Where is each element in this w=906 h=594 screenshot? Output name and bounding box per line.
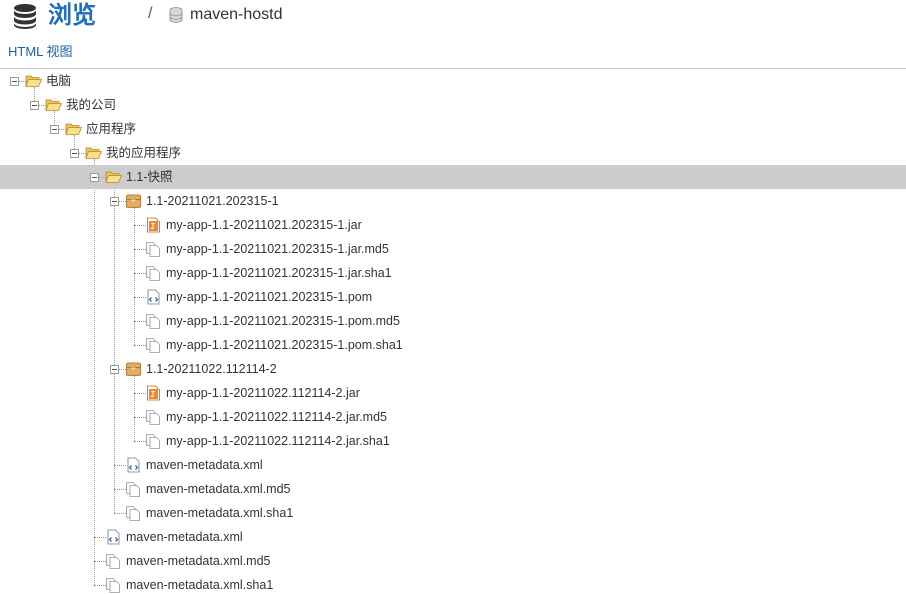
tree-row-selected[interactable]: 1.1-快照 [0,165,906,189]
tree-node-label[interactable]: 1.1-20211021.202315-1 [146,193,279,209]
database-icon [14,4,36,29]
generic-file-icon [126,506,140,521]
tree-row[interactable]: my-app-1.1-20211021.202315-1.jar.md5 [0,237,906,261]
tree-row[interactable]: my-app-1.1-20211021.202315-1.pom.md5 [0,309,906,333]
collapse-toggle-icon[interactable] [30,101,39,110]
tree-row[interactable]: maven-metadata.xml [0,525,906,549]
generic-file-icon [126,482,140,497]
tree-node-label[interactable]: my-app-1.1-20211021.202315-1.jar.md5 [166,241,389,257]
tree-row[interactable]: my-app-1.1-20211021.202315-1.jar [0,213,906,237]
package-icon [126,194,141,208]
tree-node-label[interactable]: my-app-1.1-20211022.112114-2.jar [166,385,360,401]
tree-row[interactable]: maven-metadata.xml [0,453,906,477]
tree-row[interactable]: 我的应用程序 [0,141,906,165]
generic-file-icon [146,314,160,329]
tree-node-label[interactable]: my-app-1.1-20211021.202315-1.jar [166,217,362,233]
tree-row[interactable]: 电脑 [0,69,906,93]
tree-node-label[interactable]: maven-metadata.xml [126,529,243,545]
collapse-toggle-icon[interactable] [50,125,59,134]
breadcrumb-repository[interactable]: maven-hostd [190,5,283,25]
tree-node-label[interactable]: 我的应用程序 [106,145,181,161]
html-view-link[interactable]: HTML 视图 [8,44,73,60]
package-icon [126,362,141,376]
tree-node-label[interactable]: my-app-1.1-20211021.202315-1.pom [166,289,372,305]
generic-file-icon [146,338,160,353]
tree-row[interactable]: my-app-1.1-20211021.202315-1.pom [0,285,906,309]
tree-node-label[interactable]: 1.1-快照 [126,169,173,185]
tree-node-label[interactable]: maven-metadata.xml [146,457,263,473]
tree-row[interactable]: my-app-1.1-20211021.202315-1.pom.sha1 [0,333,906,357]
generic-file-icon [146,434,160,449]
tree-row[interactable]: maven-metadata.xml.sha1 [0,501,906,525]
jar-file-icon [147,217,160,233]
collapse-toggle-icon[interactable] [10,77,19,86]
tree-row[interactable]: my-app-1.1-20211021.202315-1.jar.sha1 [0,261,906,285]
folder-open-icon [25,75,42,87]
tree-row[interactable]: my-app-1.1-20211022.112114-2.jar.sha1 [0,429,906,453]
breadcrumb-separator: / [148,5,153,22]
tree-node-label[interactable]: my-app-1.1-20211022.112114-2.jar.md5 [166,409,387,425]
tree-row[interactable]: my-app-1.1-20211022.112114-2.jar [0,381,906,405]
tree-row[interactable]: maven-metadata.xml.md5 [0,477,906,501]
tree-node-label[interactable]: maven-metadata.xml.sha1 [146,505,293,521]
collapse-toggle-icon[interactable] [90,173,99,182]
generic-file-icon [106,554,120,569]
tree-node-label[interactable]: my-app-1.1-20211022.112114-2.jar.sha1 [166,433,390,449]
tree-row[interactable]: 应用程序 [0,117,906,141]
generic-file-icon [146,266,160,281]
tree-node-label[interactable]: maven-metadata.xml.md5 [126,553,271,569]
repository-database-icon [169,7,183,23]
folder-open-icon [65,123,82,135]
xml-file-icon [107,529,120,545]
page-title: 浏览 [48,2,96,29]
tree-node-label[interactable]: my-app-1.1-20211021.202315-1.jar.sha1 [166,265,392,281]
page-header: 浏览 / maven-hostd [0,0,906,36]
collapse-toggle-icon[interactable] [110,197,119,206]
generic-file-icon [106,578,120,593]
folder-open-icon [45,99,62,111]
tree-row[interactable]: my-app-1.1-20211022.112114-2.jar.md5 [0,405,906,429]
folder-open-icon [105,171,122,183]
tree-node-label[interactable]: 我的公司 [66,97,116,113]
collapse-toggle-icon[interactable] [70,149,79,158]
tree-node-label[interactable]: 应用程序 [86,121,136,137]
jar-file-icon [147,385,160,401]
tree-node-label[interactable]: 电脑 [46,73,71,89]
tree-node-label[interactable]: maven-metadata.xml.md5 [146,481,291,497]
tree-node-label[interactable]: my-app-1.1-20211021.202315-1.pom.md5 [166,313,400,329]
generic-file-icon [146,410,160,425]
tree-row[interactable]: maven-metadata.xml.sha1 [0,573,906,594]
tree-node-label[interactable]: 1.1-20211022.112114-2 [146,361,277,377]
tree-row[interactable]: 我的公司 [0,93,906,117]
tree-row[interactable]: maven-metadata.xml.md5 [0,549,906,573]
tree-node-label[interactable]: maven-metadata.xml.sha1 [126,577,273,593]
collapse-toggle-icon[interactable] [110,365,119,374]
xml-file-icon [147,289,160,305]
xml-file-icon [127,457,140,473]
tree-row[interactable]: 1.1-20211022.112114-2 [0,357,906,381]
tree-row[interactable]: 1.1-20211021.202315-1 [0,189,906,213]
folder-open-icon [85,147,102,159]
tree-node-label[interactable]: my-app-1.1-20211021.202315-1.pom.sha1 [166,337,403,353]
generic-file-icon [146,242,160,257]
